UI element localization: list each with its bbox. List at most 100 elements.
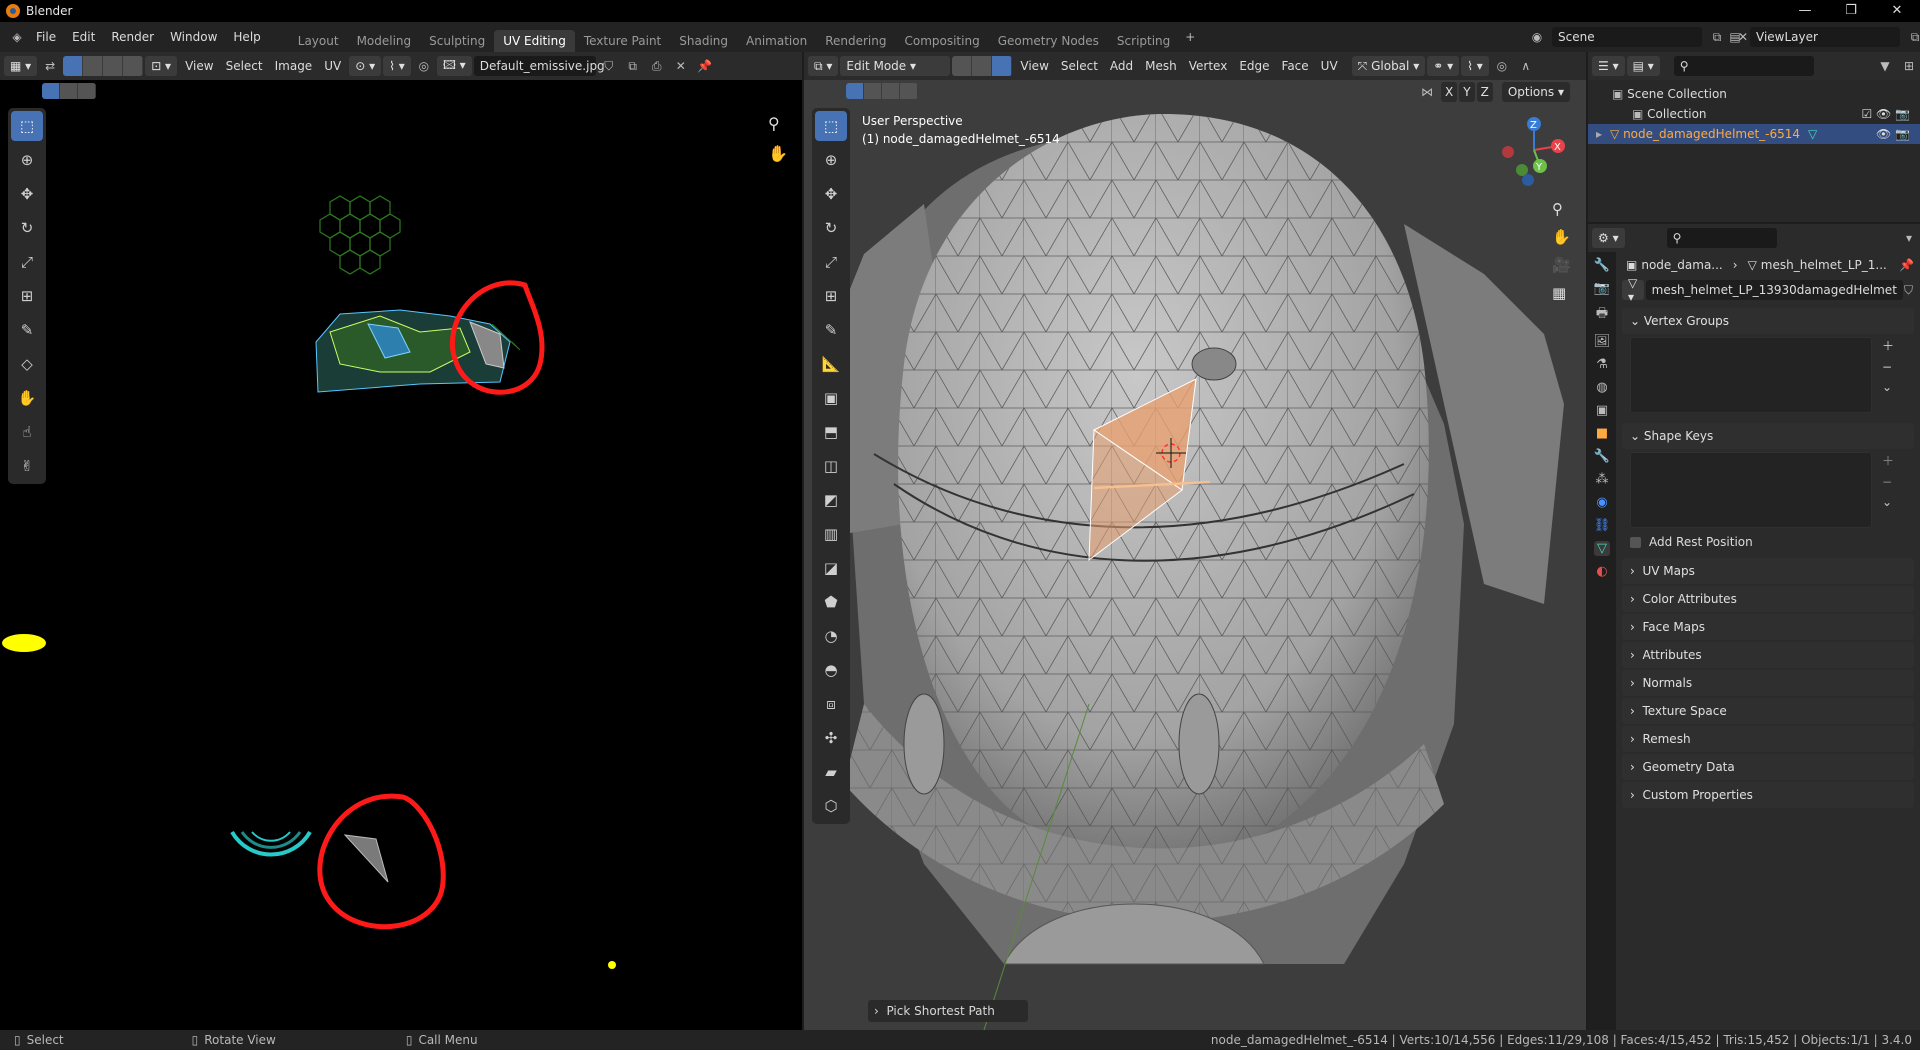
workspace-tab-scripting[interactable]: Scripting (1108, 30, 1179, 52)
vp-edge-slide-tool[interactable]: ⧈ (815, 689, 847, 719)
snap-dropdown[interactable]: ⌇ ▾ (1461, 56, 1489, 76)
add-rest-position-row[interactable]: Add Rest Position (1616, 530, 1920, 554)
workspace-tab-animation[interactable]: Animation (737, 30, 816, 52)
rip-tool[interactable]: ◇ (11, 349, 43, 379)
workspace-tab-compositing[interactable]: Compositing (895, 30, 988, 52)
menu-help[interactable]: Help (225, 22, 268, 52)
image-browse-dropdown[interactable]: 🖾 ▾ (436, 56, 472, 76)
panel-attributes[interactable]: › Attributes (1622, 642, 1914, 668)
properties-editor-type[interactable]: ⚙ ▾ (1592, 228, 1625, 248)
proportional-edit-icon[interactable]: ◎ (1491, 56, 1513, 76)
mirror-axis-x[interactable]: X (1441, 82, 1458, 102)
workspace-tab-uv-editing[interactable]: UV Editing (494, 30, 575, 52)
viewport-menu-edge[interactable]: Edge (1233, 59, 1275, 73)
menu-render[interactable]: Render (103, 22, 162, 52)
vp-polybuild-tool[interactable]: ⬟ (815, 587, 847, 617)
uv-select-mode-sub[interactable] (42, 83, 96, 99)
scene-tab-icon[interactable]: ⚗ (1596, 357, 1608, 372)
uv-menu-image[interactable]: Image (269, 59, 319, 73)
outliner-search[interactable]: ⚲ (1673, 56, 1814, 76)
vertex-group-menu-icon[interactable]: ⌄ (1882, 380, 1894, 394)
editor-type-icon[interactable]: ◈ (6, 27, 28, 47)
vp-transform-tool[interactable]: ⊞ (815, 281, 847, 311)
outliner-editor-type[interactable]: ☰ ▾ (1592, 56, 1625, 76)
uv-select-mode[interactable] (63, 56, 144, 76)
viewport-editor-type-dropdown[interactable]: ⧉ ▾ (808, 56, 839, 76)
vp-shear-tool[interactable]: ▰ (815, 757, 847, 787)
uv-sticky-dropdown[interactable]: ⊡ ▾ (145, 56, 178, 76)
vp-scale-tool[interactable]: ⤢ (815, 247, 847, 277)
viewport-select-mode-sub[interactable] (846, 83, 918, 102)
physics-tab-icon[interactable]: ◉ (1596, 495, 1607, 510)
tool-tab-icon[interactable]: 🔧 (1594, 258, 1610, 273)
uv-editor-type-dropdown[interactable]: ▦ ▾ (4, 56, 38, 76)
viewport-menu-uv[interactable]: UV (1315, 59, 1344, 73)
mesh-browse-dropdown[interactable]: ▽ ▾ (1622, 276, 1644, 304)
select-box-tool[interactable]: ⬚ (11, 111, 43, 141)
vp-add-cube-tool[interactable]: ▣ (815, 383, 847, 413)
view-layer-selector[interactable]: ViewLayer (1750, 27, 1900, 47)
uv-pan-icon[interactable]: ✋ (768, 144, 788, 163)
viewport-menu-select[interactable]: Select (1055, 59, 1104, 73)
workspace-tab-geometry-nodes[interactable]: Geometry Nodes (989, 30, 1108, 52)
vp-select-box-tool[interactable]: ⬚ (815, 111, 847, 141)
workspace-tab-modeling[interactable]: Modeling (348, 30, 421, 52)
new-view-layer-icon[interactable]: ⧉ (1904, 27, 1920, 47)
vp-rip-tool[interactable]: ⬡ (815, 791, 847, 821)
rotate-tool[interactable]: ↻ (11, 213, 43, 243)
scene-selector[interactable]: Scene (1552, 27, 1702, 47)
viewport-menu-vertex[interactable]: Vertex (1183, 59, 1234, 73)
outliner-filter-icon[interactable]: ▼ (1874, 56, 1896, 76)
options-dropdown[interactable]: Options ▾ (1501, 82, 1570, 102)
uv-proportional-icon[interactable]: ◎ (413, 56, 435, 76)
vp-bevel-tool[interactable]: ◩ (815, 485, 847, 515)
uv-zoom-icon[interactable]: ⚲ (768, 114, 780, 133)
object-tab-icon[interactable]: ■ (1596, 426, 1608, 441)
panel-normals[interactable]: › Normals (1622, 670, 1914, 696)
menu-file[interactable]: File (28, 22, 64, 52)
vp-cursor-tool[interactable]: ⊕ (815, 145, 847, 175)
mirror-axis-z[interactable]: Z (1476, 82, 1493, 102)
vp-loopcut-tool[interactable]: ▥ (815, 519, 847, 549)
scale-tool[interactable]: ⤢ (11, 247, 43, 277)
panel-color-attributes[interactable]: › Color Attributes (1622, 586, 1914, 612)
constraints-tab-icon[interactable]: ⛓ (1594, 518, 1611, 533)
grab-tool[interactable]: ✋ (11, 383, 43, 413)
uv-pivot-dropdown[interactable]: ⊙ ▾ (349, 56, 382, 76)
vertex-groups-panel[interactable]: ⌄ Vertex Groups (1622, 308, 1914, 334)
data-tab-icon[interactable]: ▽ (1594, 541, 1610, 556)
panel-custom-properties[interactable]: › Custom Properties (1622, 782, 1914, 808)
object-expand-icon[interactable]: ▸ (1596, 127, 1602, 141)
workspace-tab-layout[interactable]: Layout (289, 30, 348, 52)
vp-knife-tool[interactable]: ◪ (815, 553, 847, 583)
uv-canvas[interactable] (0, 102, 802, 1030)
uv-sync-icon[interactable]: ⇄ (39, 56, 61, 76)
panel-geometry-data[interactable]: › Geometry Data (1622, 754, 1914, 780)
operator-panel[interactable]: › Pick Shortest Path (868, 1000, 1028, 1022)
outliner-new-collection-icon[interactable]: ⊞ (1898, 56, 1920, 76)
vp-shrink-tool[interactable]: ✣ (815, 723, 847, 753)
pinch-tool[interactable]: ✌ (11, 451, 43, 481)
vp-extrude-tool[interactable]: ⬒ (815, 417, 847, 447)
new-image-icon[interactable]: ⧉ (622, 56, 644, 76)
scene-icon[interactable]: ◉ (1526, 27, 1548, 47)
vp-annotate-tool[interactable]: ✎ (815, 315, 847, 345)
properties-options-icon[interactable]: ▾ (1898, 228, 1920, 248)
navigation-gizmo[interactable]: Z X Y (1494, 110, 1574, 190)
viewport-menu-add[interactable]: Add (1104, 59, 1139, 73)
vp-camera-icon[interactable]: 🎥 (1552, 256, 1571, 274)
add-shape-key-icon[interactable]: ＋ (1882, 452, 1894, 469)
mirror-icon[interactable]: ⋈ (1416, 82, 1438, 102)
uv-snap-dropdown[interactable]: ⌇ ▾ (383, 56, 411, 76)
remove-shape-key-icon[interactable]: − (1882, 475, 1894, 489)
uv-menu-select[interactable]: Select (220, 59, 269, 73)
move-tool[interactable]: ✥ (11, 179, 43, 209)
workspace-tab-shading[interactable]: Shading (670, 30, 737, 52)
menu-window[interactable]: Window (162, 22, 225, 52)
close-icon[interactable]: ✕ (1874, 0, 1920, 22)
vp-spin-tool[interactable]: ◔ (815, 621, 847, 651)
fake-user-icon[interactable]: ⛉ (598, 56, 620, 76)
properties-pin-icon[interactable]: 📌 (1899, 258, 1914, 272)
properties-search[interactable]: ⚲ (1666, 228, 1777, 248)
render-tab-icon[interactable]: 📷 (1594, 281, 1610, 296)
